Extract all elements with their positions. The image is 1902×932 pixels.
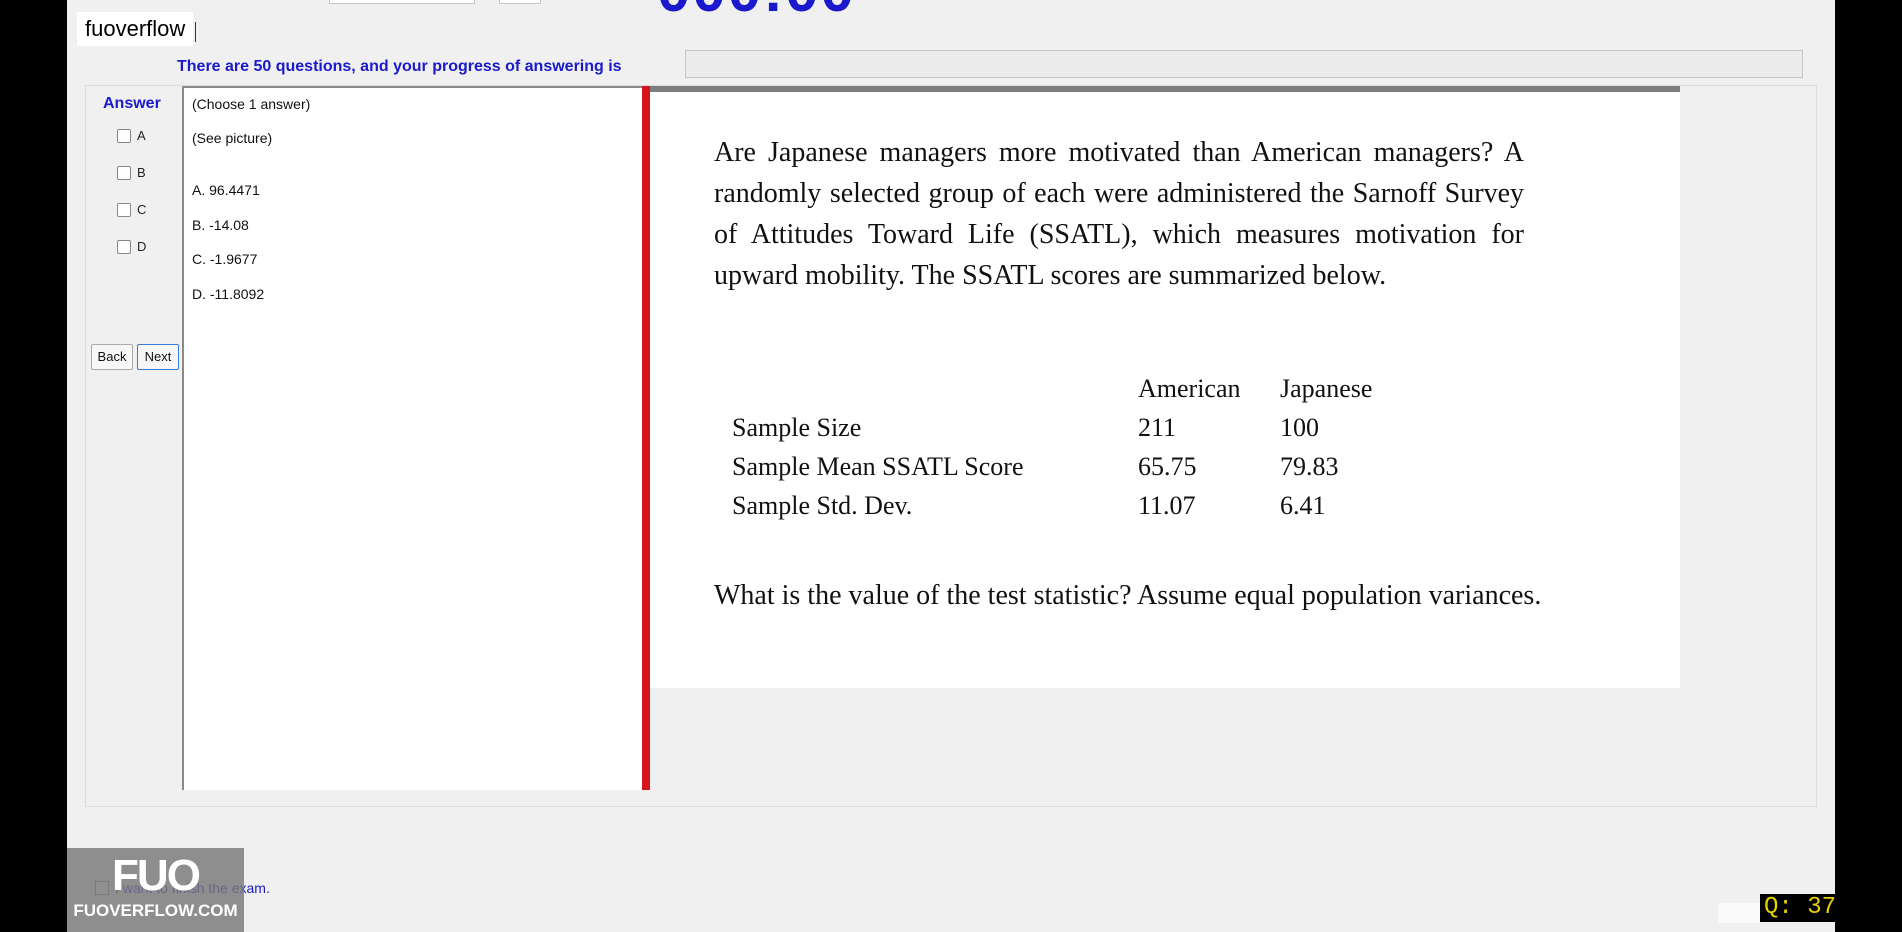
- checkbox[interactable]: [117, 239, 131, 254]
- table-header: [732, 372, 1138, 411]
- top-field-2[interactable]: [499, 0, 541, 4]
- timer: 000:00: [657, 0, 856, 25]
- question-counter: Q: 37: [1760, 894, 1841, 922]
- watermark-logo: FUO FUOVERFLOW.COM: [67, 848, 244, 932]
- answer-option-label: D: [137, 239, 147, 254]
- answer-option-label: C: [137, 202, 147, 217]
- checkbox[interactable]: [117, 165, 131, 180]
- text-caret: [195, 22, 196, 42]
- answer-option-b[interactable]: B: [117, 165, 146, 180]
- table-cell: 6.41: [1280, 491, 1326, 520]
- choice-a: A. 96.4471: [192, 182, 260, 198]
- progress-bar: [685, 50, 1803, 78]
- answer-panel: (Choose 1 answer) (See picture) A. 96.44…: [182, 86, 645, 790]
- table-cell: 211: [1138, 413, 1177, 442]
- table-header: Japanese: [1280, 374, 1373, 403]
- checkbox[interactable]: [117, 128, 131, 143]
- answer-option-d[interactable]: D: [117, 239, 146, 254]
- table-row: Sample Std. Dev. 11.07 6.41: [732, 489, 1372, 528]
- table-header-row: American Japanese: [732, 372, 1372, 411]
- answer-title: Answer: [103, 95, 161, 112]
- table-cell: 11.07: [1138, 491, 1196, 520]
- exam-window: 000:00 fuoverflow There are 50 questions…: [67, 0, 1835, 932]
- watermark-site: FUOVERFLOW.COM: [73, 901, 238, 920]
- table-cell: 100: [1280, 413, 1319, 442]
- table-cell: Sample Mean SSATL Score: [732, 452, 1024, 481]
- question-picture: Are Japanese managers more motivated tha…: [650, 86, 1680, 688]
- overlay-rect: [1718, 903, 1760, 923]
- answer-option-label: A: [137, 128, 146, 143]
- summary-table: American Japanese Sample Size 211 100 Sa…: [732, 372, 1372, 528]
- instruction-text: (Choose 1 answer): [192, 96, 311, 112]
- answer-option-c[interactable]: C: [117, 202, 146, 217]
- top-field-1[interactable]: [329, 0, 475, 4]
- picture-note: (See picture): [192, 130, 273, 146]
- back-button[interactable]: Back: [91, 344, 133, 370]
- choice-c: C. -1.9677: [192, 251, 258, 267]
- table-row: Sample Size 211 100: [732, 411, 1372, 450]
- checkbox[interactable]: [117, 202, 131, 217]
- question-prompt: What is the value of the test statistic?…: [714, 580, 1542, 611]
- choice-b: B. -14.08: [192, 217, 249, 233]
- choice-d: D. -11.8092: [192, 286, 265, 302]
- answer-option-label: B: [137, 165, 146, 180]
- table-header: American: [1138, 374, 1241, 403]
- table-cell: 79.83: [1280, 452, 1339, 481]
- table-cell: Sample Size: [732, 413, 862, 442]
- table-cell: Sample Std. Dev.: [732, 491, 913, 520]
- progress-label: There are 50 questions, and your progres…: [177, 58, 622, 75]
- next-button[interactable]: Next: [137, 344, 179, 370]
- watermark-logo-text: FUO: [112, 851, 201, 900]
- answer-option-a[interactable]: A: [117, 128, 146, 143]
- question-intro: Are Japanese managers more motivated tha…: [714, 137, 1524, 291]
- panel-divider[interactable]: [642, 86, 650, 790]
- table-row: Sample Mean SSATL Score 65.75 79.83: [732, 450, 1372, 489]
- table-cell: 65.75: [1138, 452, 1197, 481]
- brand-label: fuoverflow: [77, 12, 194, 46]
